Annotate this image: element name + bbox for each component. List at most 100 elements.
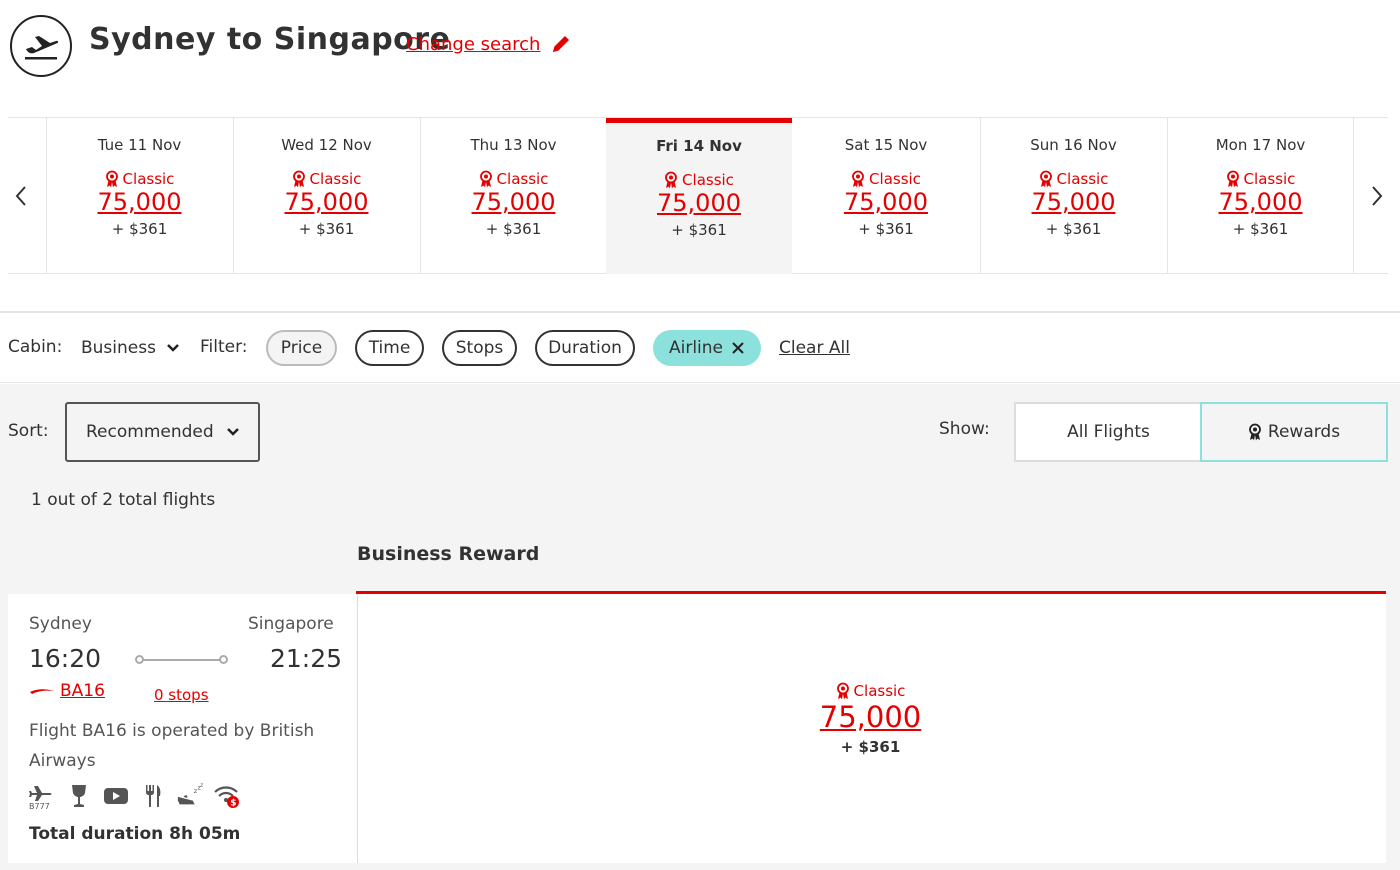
filter-duration-button[interactable]: Duration [535, 330, 635, 366]
fare-tax: + $361 [840, 738, 901, 756]
date-option-mon-17-nov[interactable]: Mon 17 Nov Classic 75,000 + $361 [1167, 118, 1353, 274]
change-search-link[interactable]: Change search [406, 33, 572, 55]
date-option-sun-16-nov[interactable]: Sun 16 Nov Classic 75,000 + $361 [980, 118, 1166, 274]
dining-icon [139, 782, 167, 810]
date-option-wed-12-nov[interactable]: Wed 12 Nov Classic 75,000 + $361 [233, 118, 419, 274]
date-points: 75,000 [97, 188, 182, 216]
results-count: 1 out of 2 total flights [31, 490, 216, 510]
date-label: Wed 12 Nov [281, 136, 372, 154]
page-header: Sydney to Singapore Change search [0, 0, 1400, 95]
sort-select[interactable]: Recommended [65, 402, 260, 462]
filter-airline-button-active[interactable]: Airline [653, 330, 761, 366]
flight-details: Sydney Singapore 16:20 21:25 BA16 0 stop… [8, 594, 358, 863]
date-tax: + $361 [111, 220, 168, 238]
filter-stops-button[interactable]: Stops [442, 330, 517, 366]
date-option-tue-11-nov[interactable]: Tue 11 Nov Classic 75,000 + $361 [46, 118, 232, 274]
award-ribbon-icon [665, 171, 677, 189]
fare-award-type: Classic [853, 682, 906, 700]
date-points: 75,000 [471, 188, 556, 216]
cabin-value: Business [81, 338, 156, 358]
route-end-dot [219, 655, 228, 664]
pill-label: Price [280, 338, 323, 358]
toggle-label: Rewards [1267, 422, 1341, 442]
date-points: 75,000 [1031, 188, 1116, 216]
close-icon[interactable] [731, 341, 745, 355]
award-type: Classic [496, 170, 549, 188]
entertainment-icon [102, 782, 130, 810]
clear-all-link[interactable]: Clear All [779, 338, 850, 358]
flight-number: BA16 [60, 681, 105, 701]
page-title: Sydney to Singapore [89, 22, 451, 57]
date-tax: + $361 [485, 220, 542, 238]
pill-label: Airline [668, 338, 724, 358]
destination-city: Singapore [248, 614, 334, 634]
svg-text:$: $ [230, 799, 236, 809]
award-ribbon-icon [479, 170, 492, 188]
sort-label: Sort: [8, 421, 49, 441]
award-ribbon-icon [292, 170, 305, 188]
date-label: Sat 15 Nov [844, 136, 928, 154]
date-tax: + $361 [1232, 220, 1289, 238]
award-ribbon-icon [105, 170, 118, 188]
british-airways-logo-icon [30, 689, 54, 694]
award-ribbon-icon [852, 170, 864, 188]
flight-number-link[interactable]: BA16 [30, 681, 105, 701]
show-label: Show: [939, 419, 990, 439]
show-all-flights-button[interactable]: All Flights [1014, 402, 1201, 462]
chevron-down-icon [227, 428, 239, 436]
show-rewards-button-active[interactable]: Rewards [1200, 402, 1388, 462]
filter-price-button[interactable]: Price [266, 330, 337, 366]
toggle-label: All Flights [1067, 422, 1150, 442]
award-type: Classic [869, 170, 921, 188]
date-label: Mon 17 Nov [1215, 136, 1306, 154]
date-label: Sun 16 Nov [1030, 136, 1117, 154]
depart-time: 16:20 [29, 644, 102, 673]
date-points: 75,000 [284, 188, 369, 216]
date-tax: + $361 [298, 220, 355, 238]
date-option-sat-15-nov[interactable]: Sat 15 Nov Classic 75,000 + $361 [793, 118, 979, 274]
svg-text:B777: B777 [29, 802, 50, 810]
carousel-prev-button[interactable] [6, 176, 36, 216]
aircraft-b777-icon: B777 [28, 782, 56, 810]
date-option-thu-13-nov[interactable]: Thu 13 Nov Classic 75,000 + $361 [420, 118, 606, 274]
business-reward-fare[interactable]: Classic 75,000 + $361 [359, 682, 1382, 756]
filter-time-button[interactable]: Time [355, 330, 424, 366]
pill-label: Duration [548, 338, 622, 358]
fare-points[interactable]: 75,000 [359, 700, 1382, 734]
flat-bed-icon: zzz [176, 782, 204, 810]
date-label: Tue 11 Nov [97, 136, 182, 154]
award-ribbon-icon [836, 682, 849, 700]
stops-link[interactable]: 0 stops [154, 686, 209, 704]
origin-city: Sydney [29, 614, 92, 634]
date-points: 75,000 [1218, 188, 1303, 216]
award-ribbon-icon [1226, 170, 1239, 188]
total-duration: Total duration 8h 05m [29, 824, 241, 844]
departing-plane-icon [10, 15, 72, 77]
cabin-select[interactable]: Business [81, 338, 180, 358]
award-type: Classic [682, 171, 734, 189]
sort-value: Recommended [86, 422, 214, 442]
date-carousel: Tue 11 Nov Classic 75,000 + $361 Wed 12 … [8, 117, 1388, 274]
pencil-icon [553, 36, 570, 52]
award-type: Classic [1243, 170, 1296, 188]
filter-label: Filter: [200, 337, 248, 357]
fare-column-heading: Business Reward [357, 543, 540, 565]
pill-label: Time [368, 338, 411, 358]
carousel-next-button[interactable] [1362, 176, 1392, 216]
filter-bar: Cabin: Business Filter: Price Time Stops… [0, 311, 1400, 383]
route-line [140, 659, 224, 661]
date-label: Thu 13 Nov [470, 136, 557, 154]
award-ribbon-icon [1249, 423, 1261, 441]
flight-card: Sydney Singapore 16:20 21:25 BA16 0 stop… [8, 594, 1386, 863]
change-search-label: Change search [406, 33, 541, 55]
fare-cell: Classic 75,000 + $361 [359, 594, 1386, 863]
svg-text:z: z [200, 783, 203, 789]
award-ribbon-icon [1039, 170, 1052, 188]
date-option-fri-14-nov-selected[interactable]: Fri 14 Nov Classic 75,000 + $361 [606, 118, 792, 274]
wine-glass-icon [65, 782, 93, 810]
results-area: Sort: Recommended Show: All Flights Rewa… [0, 384, 1400, 870]
arrive-time: 21:25 [270, 644, 343, 673]
cabin-label: Cabin: [8, 337, 63, 357]
chevron-right-icon [1372, 186, 1383, 206]
date-tax: + $361 [1045, 220, 1102, 238]
